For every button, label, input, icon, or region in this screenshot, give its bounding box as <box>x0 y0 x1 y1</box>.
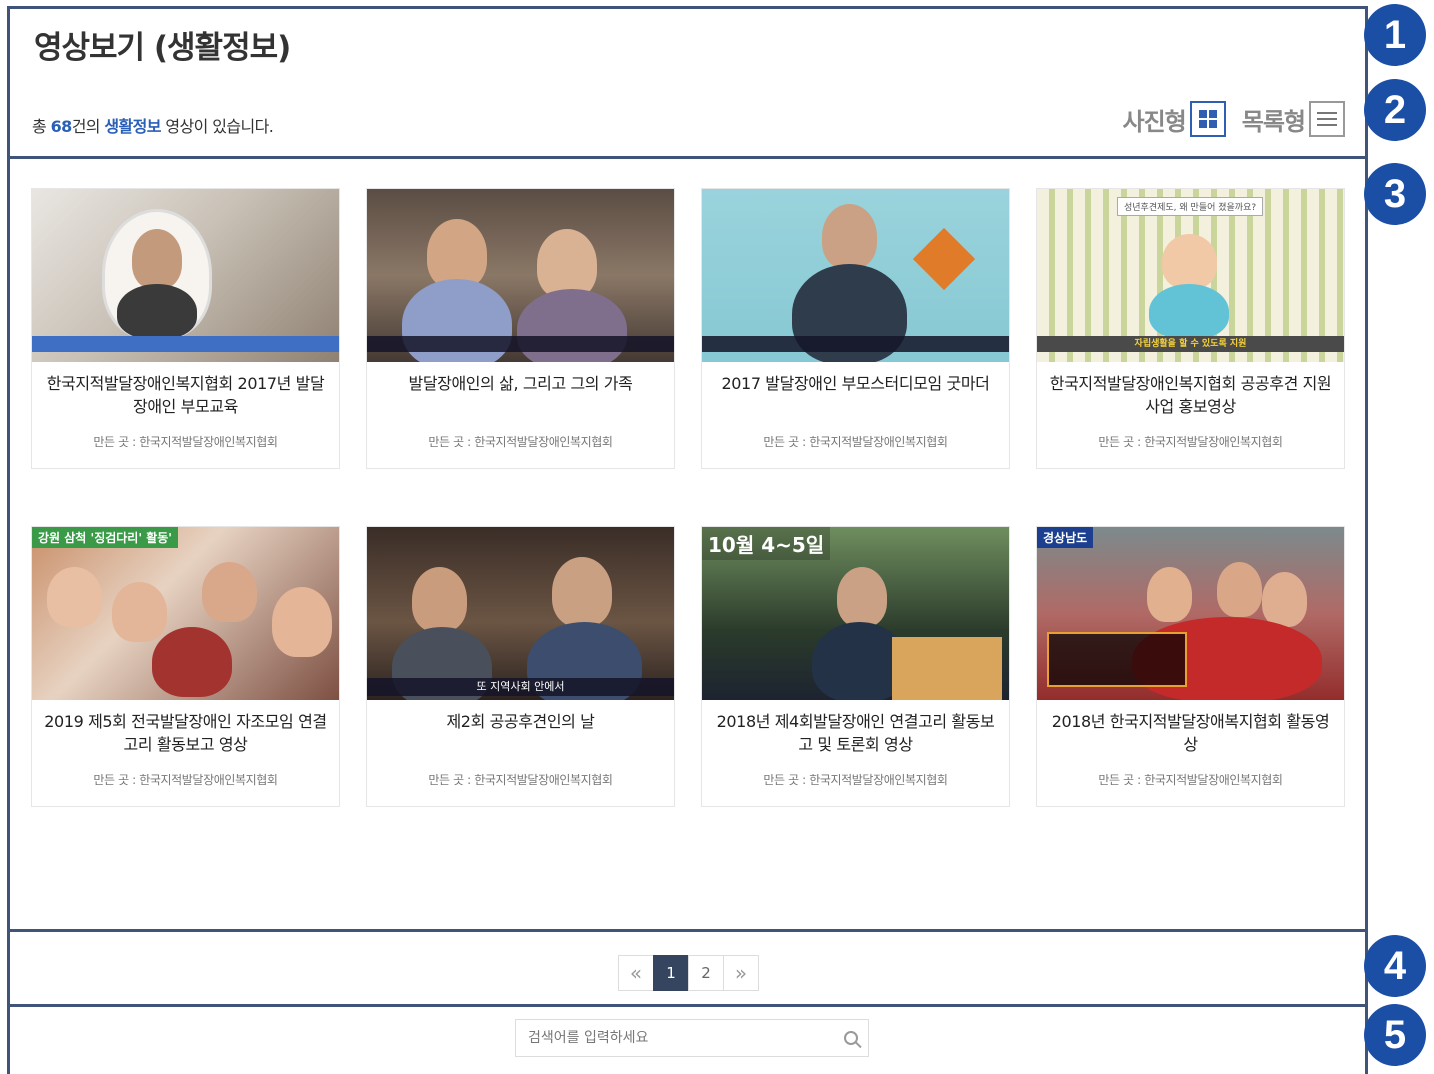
thumbnail-text: 강원 삼척 '징검다리' 활동' <box>32 527 178 548</box>
video-card[interactable]: 10월 4~5일 2018년 제4회발달장애인 연결고리 활동보고 및 토론회 … <box>701 526 1010 807</box>
video-thumbnail[interactable]: 경상남도 <box>1037 527 1344 700</box>
thumbnail-caption: 자립생활을 할 수 있도록 지원 <box>1037 336 1344 352</box>
annotation-badge-1: 1 <box>1364 4 1426 66</box>
video-thumbnail[interactable]: 강원 삼척 '징검다리' 활동' <box>32 527 339 700</box>
summary-middle: 건의 <box>71 117 105 136</box>
video-title[interactable]: 2018년 제4회발달장애인 연결고리 활동보고 및 토론회 영상 <box>702 700 1009 766</box>
video-card[interactable]: 2017 발달장애인 부모스터디모임 굿마더 만든 곳 : 한국지적발달장애인복… <box>701 188 1010 469</box>
video-thumbnail[interactable] <box>702 189 1009 362</box>
video-title[interactable]: 2019 제5회 전국발달장애인 자조모임 연결고리 활동보고 영상 <box>32 700 339 766</box>
video-maker: 만든 곳 : 한국지적발달장애인복지협회 <box>428 435 613 449</box>
video-grid: 한국지적발달장애인복지협회 2017년 발달장애인 부모교육 만든 곳 : 한국… <box>31 188 1348 807</box>
pagination-section: « 1 2 » <box>7 929 1368 1007</box>
next-page-button[interactable]: » <box>723 955 759 991</box>
result-count: 68 <box>50 117 73 136</box>
search-icon <box>844 1031 858 1045</box>
search-box <box>515 1019 869 1057</box>
video-card[interactable]: 발달장애인의 삶, 그리고 그의 가족 만든 곳 : 한국지적발달장애인복지협회 <box>366 188 675 469</box>
video-maker: 만든 곳 : 한국지적발달장애인복지협회 <box>1098 435 1283 449</box>
video-title[interactable]: 2017 발달장애인 부모스터디모임 굿마더 <box>702 362 1009 428</box>
video-thumbnail[interactable] <box>367 189 674 362</box>
video-card[interactable]: 경상남도 2018년 한국지적발달장애복지협회 활동영상 만든 곳 : 한국지적… <box>1036 526 1345 807</box>
video-maker: 만든 곳 : 한국지적발달장애인복지협회 <box>763 435 948 449</box>
list-view-button[interactable]: 목록형 <box>1242 101 1345 137</box>
page-title: 영상보기 (생활정보) <box>34 30 291 66</box>
annotation-badge-5: 5 <box>1364 1004 1426 1066</box>
annotation-badge-4: 4 <box>1364 935 1426 997</box>
view-toggle: 사진형 목록형 <box>1123 101 1345 137</box>
grid-icon[interactable] <box>1189 101 1226 137</box>
video-maker: 만든 곳 : 한국지적발달장애인복지협회 <box>93 773 278 787</box>
photo-view-label: 사진형 <box>1122 107 1187 136</box>
video-grid-section: 한국지적발달장애인복지협회 2017년 발달장애인 부모교육 만든 곳 : 한국… <box>7 156 1368 932</box>
video-card[interactable]: 또 지역사회 안에서 제2회 공공후견인의 날 만든 곳 : 한국지적발달장애인… <box>366 526 675 807</box>
search-input[interactable] <box>516 1030 834 1046</box>
video-thumbnail[interactable] <box>32 189 339 362</box>
summary-suffix: 영상이 있습니다. <box>160 117 274 136</box>
list-icon[interactable] <box>1309 101 1345 137</box>
category-name: 생활정보 <box>104 117 161 136</box>
video-thumbnail[interactable]: 성년후견제도, 왜 만들어 졌을까요? 자립생활을 할 수 있도록 지원 <box>1037 189 1344 362</box>
title-section: 영상보기 (생활정보) <box>7 6 1368 76</box>
video-thumbnail[interactable]: 10월 4~5일 <box>702 527 1009 700</box>
summary-section: 총 68건의 생활정보 영상이 있습니다. 사진형 목록형 <box>7 73 1368 159</box>
video-card[interactable]: 한국지적발달장애인복지협회 2017년 발달장애인 부모교육 만든 곳 : 한국… <box>31 188 340 469</box>
summary-prefix: 총 <box>32 117 51 136</box>
video-maker: 만든 곳 : 한국지적발달장애인복지협회 <box>93 435 278 449</box>
thumbnail-caption: 또 지역사회 안에서 <box>367 678 674 696</box>
prev-page-button[interactable]: « <box>618 955 654 991</box>
annotation-badge-2: 2 <box>1364 79 1426 141</box>
annotation-badge-3: 3 <box>1364 163 1426 225</box>
video-title[interactable]: 한국지적발달장애인복지협회 공공후견 지원사업 홍보영상 <box>1037 362 1344 428</box>
video-title[interactable]: 발달장애인의 삶, 그리고 그의 가족 <box>367 362 674 428</box>
video-maker: 만든 곳 : 한국지적발달장애인복지협회 <box>763 773 948 787</box>
list-view-label: 목록형 <box>1241 107 1306 136</box>
video-title[interactable]: 제2회 공공후견인의 날 <box>367 700 674 766</box>
thumbnail-text: 성년후견제도, 왜 만들어 졌을까요? <box>1117 197 1264 216</box>
video-card[interactable]: 강원 삼척 '징검다리' 활동' 2019 제5회 전국발달장애인 자조모임 연… <box>31 526 340 807</box>
search-button[interactable] <box>834 1020 868 1056</box>
video-card[interactable]: 성년후견제도, 왜 만들어 졌을까요? 자립생활을 할 수 있도록 지원 한국지… <box>1036 188 1345 469</box>
page-button-1[interactable]: 1 <box>653 955 689 991</box>
thumbnail-text: 10월 4~5일 <box>702 527 831 560</box>
video-title[interactable]: 2018년 한국지적발달장애복지협회 활동영상 <box>1037 700 1344 766</box>
video-maker: 만든 곳 : 한국지적발달장애인복지협회 <box>428 773 613 787</box>
result-summary: 총 68건의 생활정보 영상이 있습니다. <box>32 113 274 137</box>
photo-view-button[interactable]: 사진형 <box>1123 101 1226 137</box>
video-title[interactable]: 한국지적발달장애인복지협회 2017년 발달장애인 부모교육 <box>32 362 339 428</box>
video-thumbnail[interactable]: 또 지역사회 안에서 <box>367 527 674 700</box>
pagination: « 1 2 » <box>618 955 759 991</box>
video-maker: 만든 곳 : 한국지적발달장애인복지협회 <box>1098 773 1283 787</box>
thumbnail-text: 경상남도 <box>1037 527 1094 548</box>
page-button-2[interactable]: 2 <box>688 955 724 991</box>
